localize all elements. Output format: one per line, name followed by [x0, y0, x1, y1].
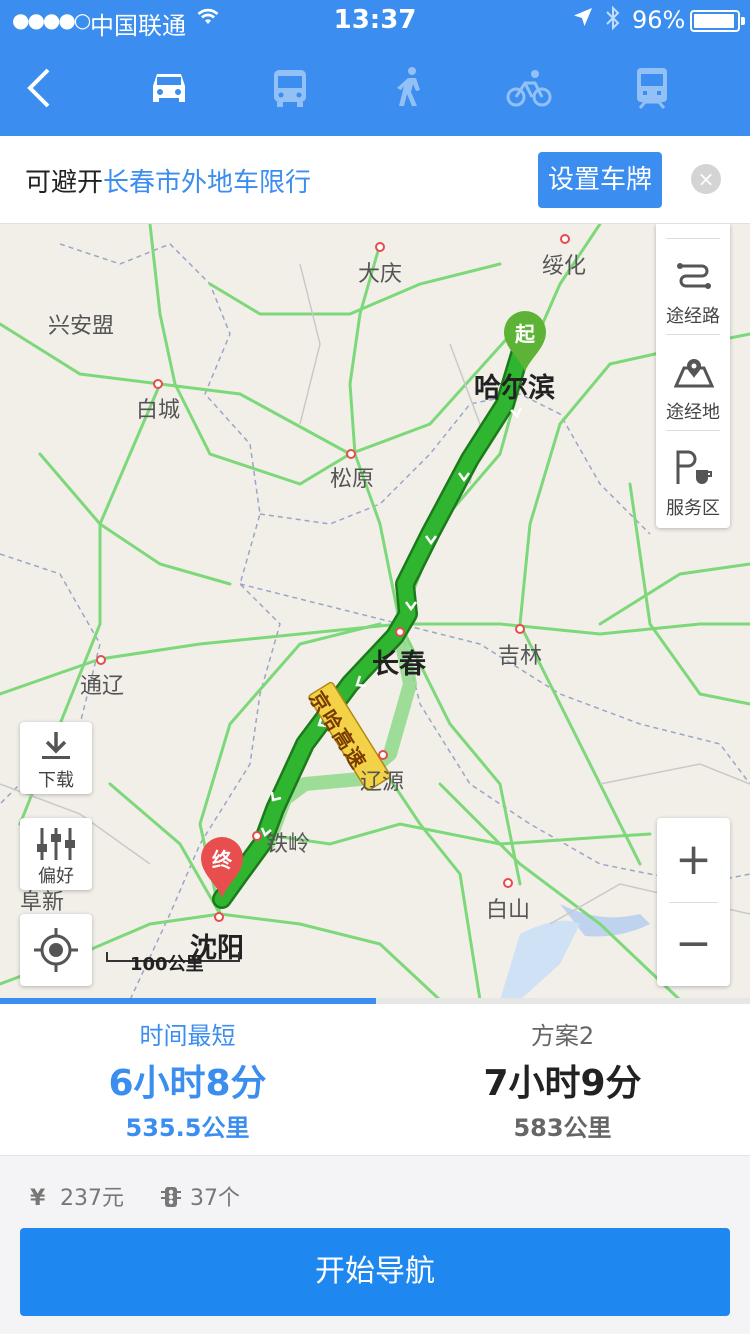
city-marker — [515, 624, 525, 634]
city-marker — [503, 878, 513, 888]
chevron-left-icon — [27, 68, 50, 108]
traffic-light-icon — [160, 1186, 182, 1211]
route-name: 时间最短 — [139, 1022, 236, 1050]
map-pin-icon — [674, 359, 714, 388]
locate-me-button[interactable] — [20, 914, 92, 986]
bus-mode-tab[interactable] — [266, 64, 314, 112]
city-marker — [346, 449, 356, 459]
walking-icon — [397, 67, 420, 106]
route-map[interactable]: 大庆 绥化 兴安盟 白城 哈尔滨 松原 长春 吉林 通辽 辽源 铁岭 白山 阜新… — [0, 224, 750, 1000]
city-baishan: 白山 — [486, 898, 531, 923]
toll-cost: ¥237元 — [30, 1180, 124, 1212]
locate-icon — [34, 928, 78, 972]
yen-icon: ¥ — [30, 1186, 46, 1211]
city-daqing: 大庆 — [358, 262, 403, 287]
route-duration: 7小时9分 — [483, 1063, 642, 1104]
route-duration: 6小时8分 — [108, 1063, 267, 1104]
divider — [666, 334, 720, 335]
route-name: 方案2 — [530, 1022, 595, 1050]
route-options: 时间最短 6小时8分 535.5公里 方案2 7小时9分 583公里 — [0, 1004, 750, 1156]
map-canvas — [0, 224, 750, 1000]
end-pin[interactable]: 终 — [197, 836, 247, 900]
status-bar: ●●●●○ 中国联通 13:37 96% — [0, 0, 750, 40]
city-songyuan: 松原 — [330, 467, 375, 492]
city-marker — [153, 379, 163, 389]
city-marker — [214, 912, 224, 922]
toll-cost-value: 237元 — [60, 1186, 124, 1211]
city-marker — [375, 242, 385, 252]
city-tieling: 铁岭 — [266, 832, 311, 857]
traffic-lights-value: 37个 — [190, 1186, 240, 1211]
preference-button[interactable]: 偏好 — [20, 818, 92, 890]
bike-mode-tab[interactable] — [505, 64, 553, 112]
restriction-text: 可避开长春市外地车限行 — [25, 162, 311, 199]
route-summary: ¥237元 37个 — [0, 1156, 750, 1226]
top-bar: ●●●●○ 中国联通 13:37 96% — [0, 0, 750, 136]
close-notice-button[interactable]: × — [691, 164, 721, 194]
preference-label: 偏好 — [38, 866, 74, 887]
download-button[interactable]: 下载 — [20, 722, 92, 794]
walk-mode-tab[interactable] — [386, 64, 434, 112]
city-suihua: 绥化 — [542, 254, 587, 279]
download-label: 下载 — [38, 770, 74, 791]
city-marker — [560, 234, 570, 244]
back-button[interactable] — [20, 62, 64, 114]
city-marker — [378, 750, 388, 760]
route-distance: 583公里 — [513, 1114, 612, 1142]
car-mode-tab[interactable] — [145, 64, 193, 112]
location-arrow-icon — [572, 6, 594, 34]
city-marker — [96, 655, 106, 665]
city-changchun: 长春 — [372, 649, 426, 680]
city-tongliao: 通辽 — [80, 674, 125, 699]
travel-mode-bar — [0, 40, 750, 136]
restriction-notice: 可避开长春市外地车限行 设置车牌 × — [0, 136, 750, 224]
waypoint-route-button[interactable]: 途经路 — [656, 240, 730, 336]
divider — [666, 238, 720, 239]
zoom-out-button[interactable]: − — [657, 902, 730, 986]
city-xinganmeng: 兴安盟 — [48, 314, 115, 339]
train-icon — [637, 68, 667, 109]
traffic-lights: 37个 — [160, 1180, 240, 1212]
start-pin-label: 起 — [515, 322, 535, 346]
start-navigation-button[interactable]: 开始导航 — [20, 1228, 730, 1316]
service-area-label: 服务区 — [666, 498, 720, 519]
battery-percent: 96% — [632, 6, 686, 34]
route-option-2[interactable]: 方案2 7小时9分 583公里 — [375, 1004, 750, 1156]
waypoint-route-label: 途经路 — [666, 306, 720, 327]
city-baicheng: 白城 — [136, 398, 181, 423]
set-license-plate-button[interactable]: 设置车牌 — [538, 152, 662, 208]
waypoint-place-button[interactable]: 途经地 — [656, 336, 730, 432]
parking-cafe-icon — [676, 450, 712, 484]
restriction-prefix: 可避开 — [25, 168, 104, 198]
download-icon — [42, 732, 70, 759]
route-option-1[interactable]: 时间最短 6小时8分 535.5公里 — [0, 1004, 375, 1156]
city-marker — [395, 627, 405, 637]
scale-label: 100公里 — [130, 954, 204, 975]
zoom-control: + − — [657, 818, 730, 986]
battery-icon — [690, 10, 745, 32]
divider — [666, 430, 720, 431]
bicycle-icon — [506, 70, 552, 107]
city-jilin: 吉林 — [498, 644, 543, 669]
train-mode-tab[interactable] — [628, 64, 676, 112]
route-distance: 535.5公里 — [125, 1114, 250, 1142]
service-area-button[interactable]: 服务区 — [656, 432, 730, 528]
end-pin-label: 终 — [212, 848, 232, 872]
bluetooth-icon — [604, 5, 622, 37]
route-icon — [677, 263, 711, 289]
navigation-screen: ●●●●○ 中国联通 13:37 96% 可避开长春市外地车限行 设置车牌 × … — [0, 0, 750, 1334]
sliders-icon — [37, 828, 75, 860]
bus-icon — [274, 70, 306, 107]
waypoint-panel: 途经路 途经地 服务区 — [656, 224, 730, 528]
zoom-in-button[interactable]: + — [657, 818, 730, 902]
city-marker — [252, 831, 262, 841]
waypoint-place-label: 途经地 — [666, 402, 720, 423]
start-pin[interactable]: 起 — [500, 310, 550, 374]
restriction-link[interactable]: 长春市外地车限行 — [103, 168, 311, 198]
car-icon — [153, 74, 185, 102]
